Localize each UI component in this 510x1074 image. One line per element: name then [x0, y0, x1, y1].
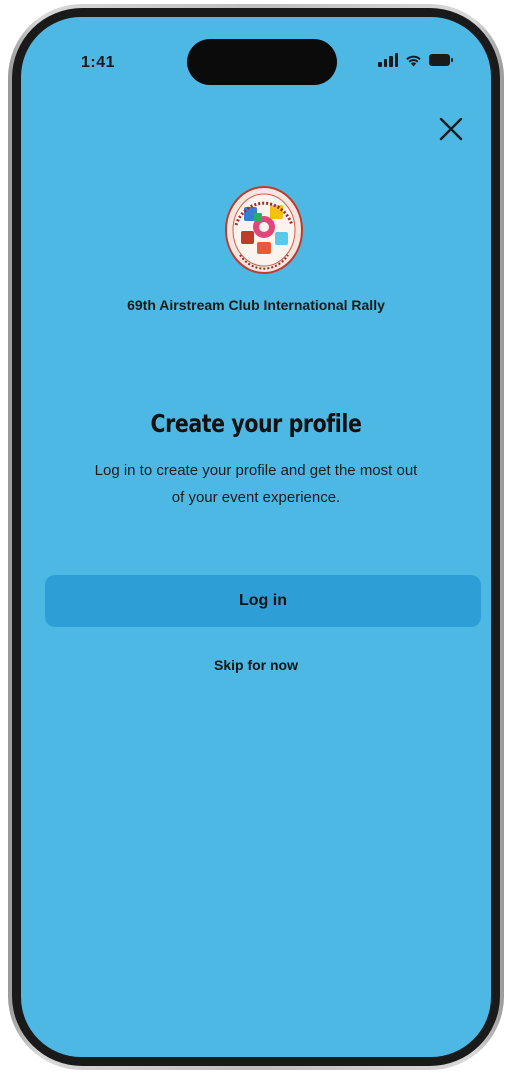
- status-icons: [378, 53, 453, 67]
- status-time: 1:41: [81, 54, 116, 71]
- page-title: Create your profile: [150, 409, 362, 438]
- event-logo: [224, 185, 304, 275]
- login-button[interactable]: Log in: [45, 575, 481, 627]
- dynamic-island: [187, 39, 337, 85]
- app-screen: 1:41 69th Airstream Club International R…: [21, 17, 491, 1057]
- phone-bezel: 1:41 69th Airstream Club International R…: [12, 8, 500, 1066]
- battery-icon: [429, 54, 453, 66]
- phone-frame: 1:41 69th Airstream Club International R…: [8, 4, 504, 1070]
- close-button[interactable]: [435, 113, 467, 145]
- signal-icon: [378, 53, 398, 67]
- page-subtitle: Log in to create your profile and get th…: [94, 462, 418, 506]
- wifi-icon: [405, 54, 422, 67]
- close-icon: [439, 117, 463, 141]
- skip-for-now-link[interactable]: Skip for now: [21, 657, 491, 673]
- event-name: 69th Airstream Club International Rally: [127, 297, 385, 313]
